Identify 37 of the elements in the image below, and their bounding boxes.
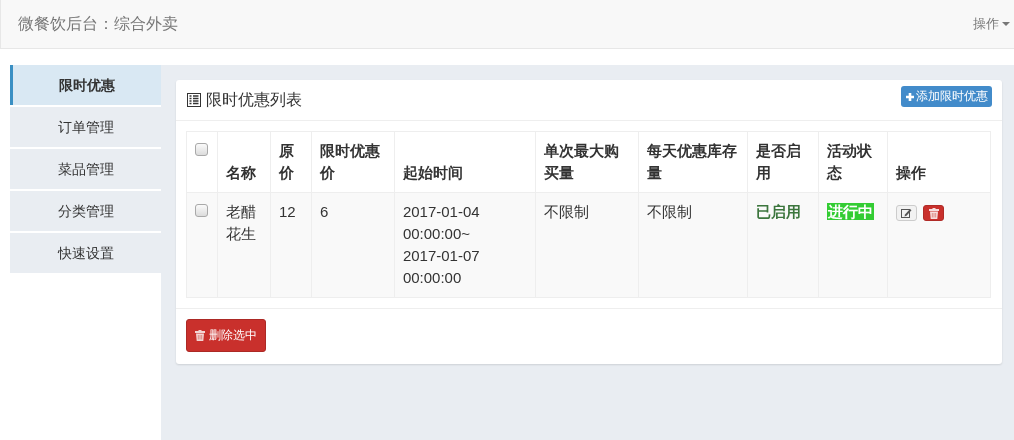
actions-menu[interactable]: 操作 <box>973 15 1014 33</box>
column-header: 起始时间 <box>394 131 536 193</box>
list-icon <box>187 93 201 107</box>
trash-icon <box>195 330 205 341</box>
sidebar-item[interactable]: 快速设置 <box>10 233 161 273</box>
column-header: 原价 <box>270 131 312 193</box>
table-cell: 不限制 <box>638 192 748 298</box>
table-cell: 6 <box>311 192 395 298</box>
column-header: 限时优惠价 <box>311 131 395 193</box>
sidebar-item[interactable]: 分类管理 <box>10 191 161 231</box>
column-header: 操作 <box>888 131 991 193</box>
sidebar-item[interactable]: 限时优惠 <box>10 65 161 105</box>
enabled-status: 已启用 <box>756 203 802 220</box>
table-cell: 2017-01-04 00:00:00~2017-01-07 00:00:00 <box>394 192 536 298</box>
column-header: 名称 <box>217 131 271 193</box>
delete-selected-button[interactable]: 删除选中 <box>186 319 266 352</box>
column-header: 单次最大购买量 <box>535 131 639 193</box>
plus-icon <box>905 91 915 102</box>
table-cell: 12 <box>270 192 312 298</box>
checkbox[interactable] <box>195 204 208 217</box>
sidebar-item[interactable]: 菜品管理 <box>10 149 161 189</box>
trash-icon <box>929 207 939 219</box>
column-header: 是否启用 <box>747 131 819 193</box>
caret-icon <box>1002 22 1010 26</box>
sidebar-item[interactable]: 订单管理 <box>10 107 161 147</box>
status-badge: 进行中 <box>826 203 874 220</box>
delete-button[interactable] <box>923 205 945 221</box>
checkbox[interactable] <box>195 143 208 156</box>
table-cell: 老醋花生 <box>217 192 271 298</box>
panel-title: 限时优惠列表 <box>206 89 302 110</box>
edit-icon <box>901 208 913 218</box>
table-cell: 不限制 <box>535 192 639 298</box>
add-promotion-button[interactable]: 添加限时优惠 <box>901 86 992 107</box>
app-title: 微餐饮后台：综合外卖 <box>18 13 178 34</box>
column-header: 活动状态 <box>818 131 888 193</box>
column-header: 每天优惠库存量 <box>638 131 748 193</box>
edit-button[interactable] <box>896 205 918 221</box>
